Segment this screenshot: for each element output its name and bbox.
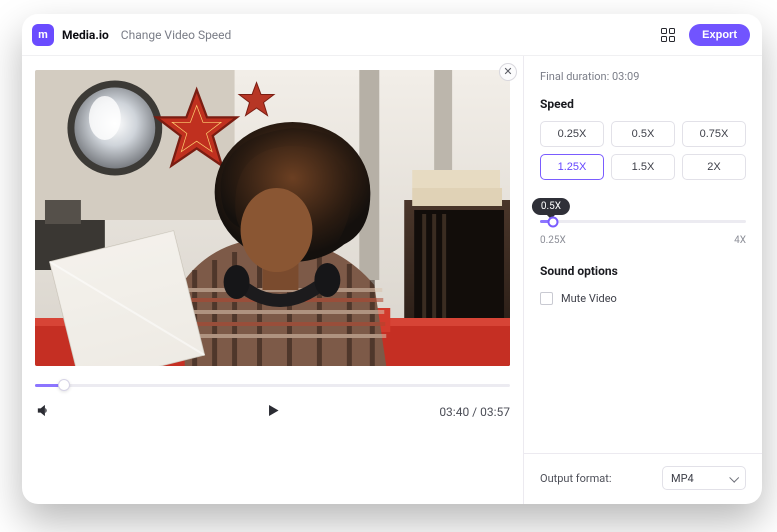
current-time: 03:40 bbox=[439, 405, 469, 419]
body: ✕ bbox=[22, 56, 762, 504]
speed-option-1-25x[interactable]: 1.25X bbox=[540, 154, 604, 180]
mute-video-row[interactable]: Mute Video bbox=[540, 292, 746, 305]
output-format-label: Output format: bbox=[540, 472, 612, 485]
volume-icon[interactable] bbox=[35, 402, 52, 423]
video-preview[interactable]: T bbox=[35, 70, 510, 366]
output-format-select[interactable]: MP4 bbox=[662, 466, 746, 490]
sound-heading: Sound options bbox=[540, 264, 746, 278]
app-logo: m bbox=[32, 24, 54, 46]
speed-tooltip: 0.5X bbox=[532, 198, 570, 215]
brand-name: Media.io bbox=[62, 28, 109, 42]
progress-thumb[interactable] bbox=[58, 379, 70, 391]
play-button[interactable] bbox=[263, 401, 282, 424]
speed-option-0-25x[interactable]: 0.25X bbox=[540, 121, 604, 147]
speed-option-0-5x[interactable]: 0.5X bbox=[611, 121, 675, 147]
header: m Media.io Change Video Speed Export bbox=[22, 14, 762, 56]
video-wrapper: ✕ bbox=[35, 70, 510, 366]
time-display: 03:40 / 03:57 bbox=[439, 405, 510, 419]
slider-range-labels: 0.25X 4X bbox=[540, 235, 746, 246]
slider-track bbox=[540, 220, 746, 223]
close-icon: ✕ bbox=[503, 67, 512, 78]
mute-checkbox[interactable] bbox=[540, 292, 553, 305]
speed-option-0-75x[interactable]: 0.75X bbox=[682, 121, 746, 147]
output-format-value: MP4 bbox=[671, 472, 694, 485]
total-time: 03:57 bbox=[480, 405, 510, 419]
page-title: Change Video Speed bbox=[121, 28, 232, 42]
output-format-row: Output format: MP4 bbox=[524, 453, 762, 504]
progress-track bbox=[35, 384, 510, 387]
settings-pane: Final duration: 03:09 Speed 0.25X 0.5X 0.7… bbox=[524, 56, 762, 504]
mute-label: Mute Video bbox=[561, 292, 617, 305]
speed-heading: Speed bbox=[540, 97, 746, 111]
speed-slider[interactable]: 0.5X bbox=[540, 194, 746, 223]
chevron-down-icon bbox=[729, 472, 739, 482]
apps-grid-icon[interactable] bbox=[661, 28, 675, 42]
speed-options: 0.25X 0.5X 0.75X 1.25X 1.5X 2X bbox=[540, 121, 746, 180]
slider-min-label: 0.25X bbox=[540, 235, 566, 246]
speed-option-2x[interactable]: 2X bbox=[682, 154, 746, 180]
final-duration: Final duration: 03:09 bbox=[540, 70, 746, 83]
video-progress[interactable] bbox=[35, 374, 510, 396]
slider-thumb[interactable] bbox=[548, 216, 559, 227]
slider-max-label: 4X bbox=[734, 235, 746, 246]
video-controls: 03:40 / 03:57 bbox=[35, 402, 510, 422]
close-video-button[interactable]: ✕ bbox=[499, 63, 517, 81]
export-button[interactable]: Export bbox=[689, 24, 750, 46]
speed-option-1-5x[interactable]: 1.5X bbox=[611, 154, 675, 180]
video-pane: ✕ bbox=[22, 56, 524, 504]
app-window: m Media.io Change Video Speed Export ✕ bbox=[22, 14, 762, 504]
